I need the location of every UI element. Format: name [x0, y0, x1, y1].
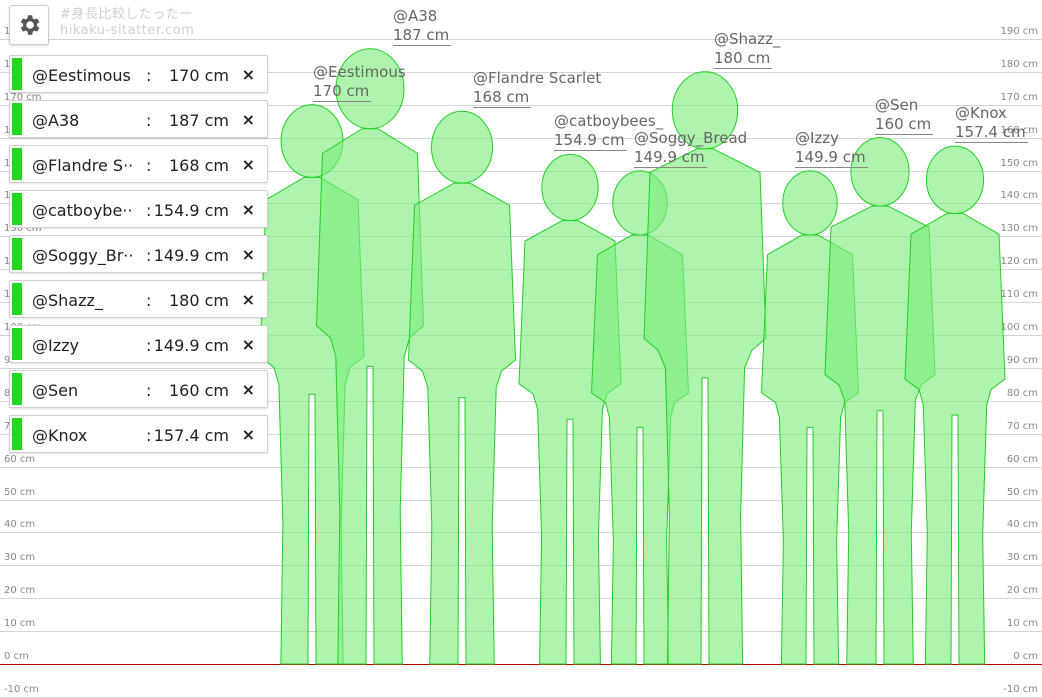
- entry-height: 170 cm: [168, 66, 229, 85]
- person-entry[interactable]: @Sen:160 cm ×: [9, 370, 268, 408]
- remove-entry-button[interactable]: ×: [242, 380, 255, 399]
- entry-name: @Izzy: [32, 336, 79, 355]
- color-swatch[interactable]: [12, 58, 22, 90]
- color-swatch[interactable]: [12, 328, 22, 360]
- remove-entry-button[interactable]: ×: [242, 65, 255, 84]
- person-silhouette: [518, 153, 622, 665]
- person-silhouette: [407, 110, 517, 665]
- person-label-height: 180 cm: [714, 48, 773, 69]
- site-watermark: #身長比較したったー hikaku-sitatter.com: [60, 7, 194, 39]
- person-entry[interactable]: @Shazz_:180 cm ×: [9, 280, 268, 318]
- remove-entry-button[interactable]: ×: [242, 335, 255, 354]
- person-entry[interactable]: @catboybe···:154.9 cm ×: [9, 190, 268, 228]
- color-swatch[interactable]: [12, 238, 22, 270]
- person-entry[interactable]: @Flandre S···:168 cm ×: [9, 145, 268, 183]
- person-entry[interactable]: @A38:187 cm ×: [9, 100, 268, 138]
- person-entry[interactable]: @Soggy_Br···:149.9 cm ×: [9, 235, 268, 273]
- entry-separator: :: [146, 246, 152, 265]
- entry-height: 180 cm: [168, 291, 229, 310]
- entry-height: 149.9 cm: [153, 246, 229, 265]
- entry-height: 187 cm: [168, 111, 229, 130]
- person-label-name: @Sen: [875, 95, 919, 114]
- entry-separator: :: [146, 381, 152, 400]
- entry-name: @Knox: [32, 426, 88, 445]
- entry-separator: :: [146, 426, 152, 445]
- entry-name: @A38: [32, 111, 80, 130]
- watermark-url: hikaku-sitatter.com: [60, 23, 195, 38]
- person-label-name: @Knox: [955, 104, 1007, 123]
- entry-separator: :: [146, 111, 152, 130]
- entry-separator: :: [146, 156, 152, 175]
- color-swatch[interactable]: [12, 418, 22, 450]
- remove-entry-button[interactable]: ×: [242, 110, 255, 129]
- entry-height: 157.4 cm: [153, 426, 229, 445]
- color-swatch[interactable]: [12, 103, 22, 135]
- person-label-name: @Flandre Scarlet: [473, 69, 602, 88]
- person-label-height: 170 cm: [313, 81, 372, 102]
- entry-height: 149.9 cm: [153, 336, 229, 355]
- person-label-name: @Shazz_: [714, 29, 781, 48]
- entry-separator: :: [146, 291, 152, 310]
- person-label-height: 154.9 cm: [554, 131, 627, 152]
- person-label-height: 168 cm: [473, 88, 532, 109]
- person-label: @Soggy_Bread 149.9 cm: [634, 129, 747, 168]
- color-swatch[interactable]: [12, 373, 22, 405]
- entry-separator: :: [146, 201, 152, 220]
- gear-icon: [20, 15, 40, 35]
- color-swatch[interactable]: [12, 283, 22, 315]
- entry-name: @catboybe···: [32, 201, 132, 220]
- person-label-name: @Izzy: [795, 128, 840, 147]
- person-label-height: 149.9 cm: [634, 147, 707, 168]
- person-entry[interactable]: @Knox:157.4 cm ×: [9, 415, 268, 453]
- person-label: @Izzy 149.9 cm: [795, 129, 868, 168]
- entry-height: 154.9 cm: [153, 201, 229, 220]
- entry-height: 168 cm: [168, 156, 229, 175]
- entry-name: @Soggy_Br···: [32, 246, 132, 265]
- remove-entry-button[interactable]: ×: [242, 425, 255, 444]
- person-entry[interactable]: @Eestimous:170 cm ×: [9, 55, 268, 93]
- person-label: @A38 187 cm: [393, 6, 452, 46]
- remove-entry-button[interactable]: ×: [242, 200, 255, 219]
- person-label: @Flandre Scarlet 168 cm: [473, 69, 602, 109]
- watermark-title: #身長比較したったー: [60, 7, 193, 22]
- person-label: @Shazz_ 180 cm: [714, 30, 780, 69]
- person-label-height: 149.9 cm: [795, 147, 868, 168]
- person-label-height: 160 cm: [875, 114, 934, 135]
- remove-entry-button[interactable]: ×: [242, 290, 255, 309]
- person-label-name: @A38: [393, 6, 438, 25]
- person-label: @Sen 160 cm: [875, 95, 934, 135]
- color-swatch[interactable]: [12, 193, 22, 225]
- remove-entry-button[interactable]: ×: [242, 245, 255, 264]
- entry-separator: :: [146, 336, 152, 355]
- person-label: @Knox 157.4 cm: [955, 104, 1028, 144]
- entry-name: @Shazz_: [32, 291, 103, 310]
- person-label-height: 187 cm: [393, 25, 452, 46]
- entry-name: @Eestimous: [32, 66, 131, 85]
- entry-height: 160 cm: [168, 381, 229, 400]
- remove-entry-button[interactable]: ×: [242, 155, 255, 174]
- entry-name: @Flandre S···: [32, 156, 132, 175]
- settings-button[interactable]: [9, 5, 49, 45]
- person-entry[interactable]: @Izzy:149.9 cm ×: [9, 325, 268, 363]
- person-label-name: @Soggy_Bread: [634, 128, 748, 147]
- entry-name: @Sen: [32, 381, 79, 400]
- entry-separator: :: [146, 66, 152, 85]
- person-label-name: @Eestimous: [313, 62, 406, 81]
- color-swatch[interactable]: [12, 148, 22, 180]
- person-label: @Eestimous 170 cm: [313, 63, 406, 102]
- person-label-height: 157.4 cm: [955, 123, 1028, 144]
